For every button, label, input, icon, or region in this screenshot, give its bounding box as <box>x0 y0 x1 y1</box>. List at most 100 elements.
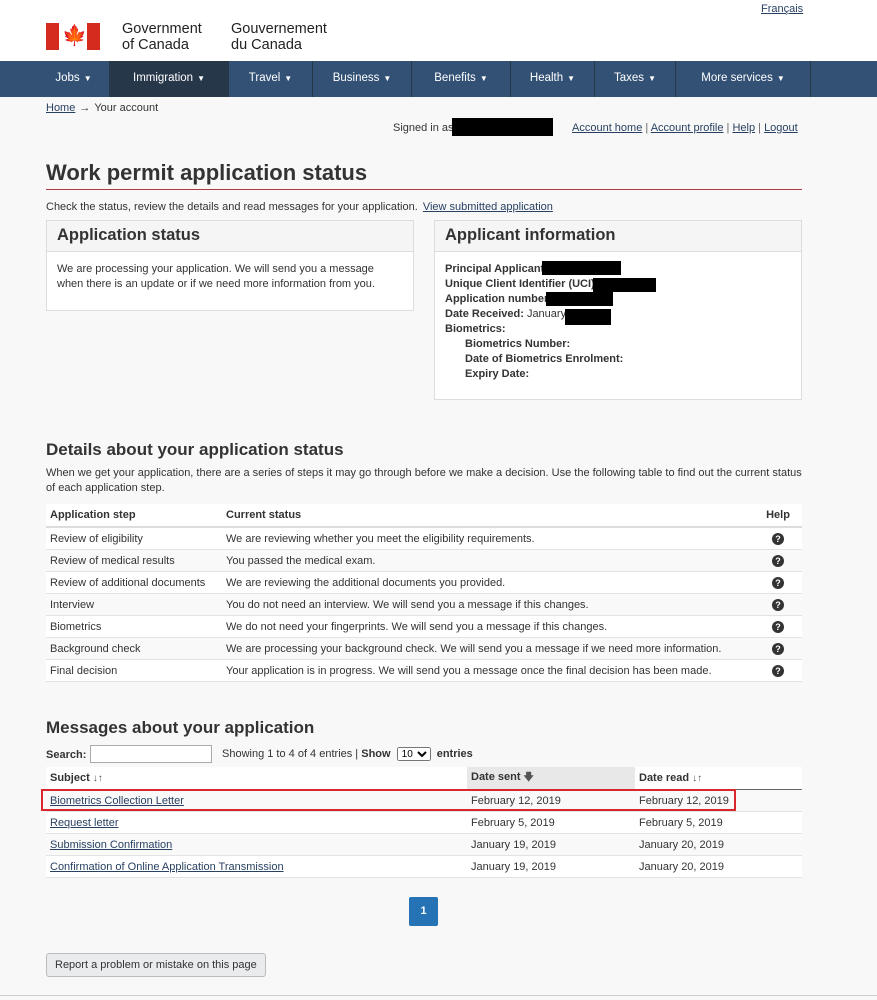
message-date-sent: February 5, 2019 <box>467 811 635 834</box>
biometrics-enrolment-label: Date of Biometrics Enrolment: <box>465 353 624 365</box>
caret-down-icon: ▼ <box>284 74 293 83</box>
show-label: Show <box>361 748 391 760</box>
step-name: Biometrics <box>46 615 222 638</box>
table-row: Interview You do not need an interview. … <box>46 593 802 616</box>
message-subject-link[interactable]: Request letter <box>50 817 118 829</box>
uci-label: Unique Client Identifier (UCI): <box>445 278 599 290</box>
view-submitted-application-link[interactable]: View submitted application <box>423 201 553 213</box>
message-subject-link[interactable]: Submission Confirmation <box>50 839 172 851</box>
help-cell: ? <box>754 571 802 594</box>
table-row: Confirmation of Online Application Trans… <box>46 855 802 878</box>
col-date-read[interactable]: Date read ↓↑ <box>635 767 802 790</box>
message-subject-link[interactable]: Confirmation of Online Application Trans… <box>50 861 284 873</box>
menu-immigration-label: Immigration <box>133 72 194 84</box>
menu-health[interactable]: Health ▼ <box>511 61 595 97</box>
signed-in-label: Signed in as <box>393 122 454 134</box>
step-name: Background check <box>46 637 222 660</box>
account-home-link[interactable]: Account home <box>572 122 642 134</box>
menu-immigration[interactable]: Immigration ▼ <box>110 61 229 97</box>
question-circle-icon[interactable]: ? <box>772 554 784 567</box>
caret-down-icon: ▼ <box>648 74 656 83</box>
signature-french[interactable]: Gouvernement du Canada <box>231 21 327 53</box>
search-label: Search: <box>46 749 87 761</box>
user-links: Account home | Account profile | Help | … <box>572 122 798 134</box>
messages-search-input[interactable] <box>90 745 212 763</box>
breadcrumb: Home → Your account <box>46 102 158 114</box>
help-link[interactable]: Help <box>732 122 755 134</box>
message-date-sent: January 19, 2019 <box>467 833 635 856</box>
table-header-row: Application step Current status Help <box>46 504 802 528</box>
page-title: Work permit application status <box>46 160 368 185</box>
help-cell: ? <box>754 615 802 638</box>
canada-flag-icon[interactable]: 🍁 <box>46 23 100 50</box>
col-date-sent[interactable]: Date sent 🡇 <box>467 767 635 790</box>
table-row: Biometrics We do not need your fingerpri… <box>46 615 802 638</box>
redacted-uci <box>593 278 656 292</box>
logout-link[interactable]: Logout <box>764 122 798 134</box>
table-row: Review of additional documents We are re… <box>46 571 802 594</box>
caret-down-icon: ▼ <box>776 74 785 83</box>
menu-more-services-label: More services <box>701 72 773 84</box>
col-date-sent-label: Date sent <box>471 770 521 783</box>
caret-down-icon: ▼ <box>197 74 205 83</box>
col-subject-label: Subject <box>50 772 90 784</box>
table-row: Review of medical results You passed the… <box>46 549 802 572</box>
menu-health-label: Health <box>529 72 564 84</box>
language-toggle-link[interactable]: Français <box>761 3 803 15</box>
menu-travel[interactable]: Travel ▼ <box>229 61 313 97</box>
biometrics-label: Biometrics: <box>445 323 506 335</box>
applicant-information-panel: Applicant information Principal Applican… <box>434 220 802 400</box>
message-date-sent: January 19, 2019 <box>467 855 635 878</box>
signature-english[interactable]: Government of Canada <box>122 21 202 53</box>
col-current-status: Current status <box>222 504 754 528</box>
caret-down-icon: ▼ <box>479 74 488 83</box>
breadcrumb-home-link[interactable]: Home <box>46 102 75 114</box>
report-problem-button[interactable]: Report a problem or mistake on this page <box>46 953 266 977</box>
help-cell: ? <box>754 549 802 572</box>
redacted-principal-applicant <box>542 261 621 275</box>
application-status-panel: Application status We are processing you… <box>46 220 414 311</box>
pagination-page-button[interactable]: 1 <box>409 897 438 926</box>
expiry-date-row: Expiry Date: <box>445 367 791 382</box>
biometrics-enrolment-row: Date of Biometrics Enrolment: <box>445 352 791 367</box>
table-row: Final decision Your application is in pr… <box>46 659 802 682</box>
step-status: You passed the medical exam. <box>222 549 754 572</box>
account-profile-link[interactable]: Account profile <box>651 122 724 134</box>
message-date-read: January 20, 2019 <box>635 833 802 856</box>
message-subject: Biometrics Collection Letter <box>46 789 467 812</box>
breadcrumb-current: Your account <box>94 102 159 114</box>
details-description: When we get your application, there are … <box>46 467 802 494</box>
application-number-label: Application number: <box>445 293 552 305</box>
message-date-read: February 12, 2019 <box>635 789 802 812</box>
question-circle-icon[interactable]: ? <box>772 664 784 677</box>
menu-benefits-label: Benefits <box>434 72 476 84</box>
menu-jobs[interactable]: Jobs ▼ <box>38 61 110 97</box>
details-heading: Details about your application status <box>46 440 344 459</box>
menu-taxes[interactable]: Taxes ▼ <box>595 61 676 97</box>
caret-down-icon: ▼ <box>383 74 392 83</box>
step-status: You do not need an interview. We will se… <box>222 593 754 616</box>
principal-applicant-label: Principal Applicant: <box>445 263 548 275</box>
table-row: Review of eligibility We are reviewing w… <box>46 527 802 550</box>
caret-down-icon: ▼ <box>567 74 576 83</box>
col-subject[interactable]: Subject ↓↑ <box>46 767 467 790</box>
main-menu: Jobs ▼ Immigration ▼ Travel ▼ Business ▼ Ben… <box>0 61 877 97</box>
flag-bar-left <box>46 23 59 50</box>
message-subject-link[interactable]: Biometrics Collection Letter <box>50 795 184 807</box>
table-row: Background check We are processing your … <box>46 637 802 660</box>
step-status: We are reviewing the additional document… <box>222 571 754 594</box>
question-circle-icon[interactable]: ? <box>772 532 784 545</box>
question-circle-icon[interactable]: ? <box>772 576 784 589</box>
help-cell: ? <box>754 659 802 682</box>
help-cell: ? <box>754 637 802 660</box>
question-circle-icon[interactable]: ? <box>772 642 784 655</box>
entries-label: entries <box>436 748 473 760</box>
question-circle-icon[interactable]: ? <box>772 620 784 633</box>
menu-benefits[interactable]: Benefits ▼ <box>412 61 511 97</box>
applicant-information-heading: Applicant information <box>435 221 801 252</box>
entries-per-page-select[interactable]: 10 <box>396 747 431 761</box>
menu-business[interactable]: Business ▼ <box>313 61 412 97</box>
menu-more-services[interactable]: More services ▼ <box>676 61 811 97</box>
redacted-application-number <box>546 292 613 306</box>
question-circle-icon[interactable]: ? <box>772 598 784 611</box>
